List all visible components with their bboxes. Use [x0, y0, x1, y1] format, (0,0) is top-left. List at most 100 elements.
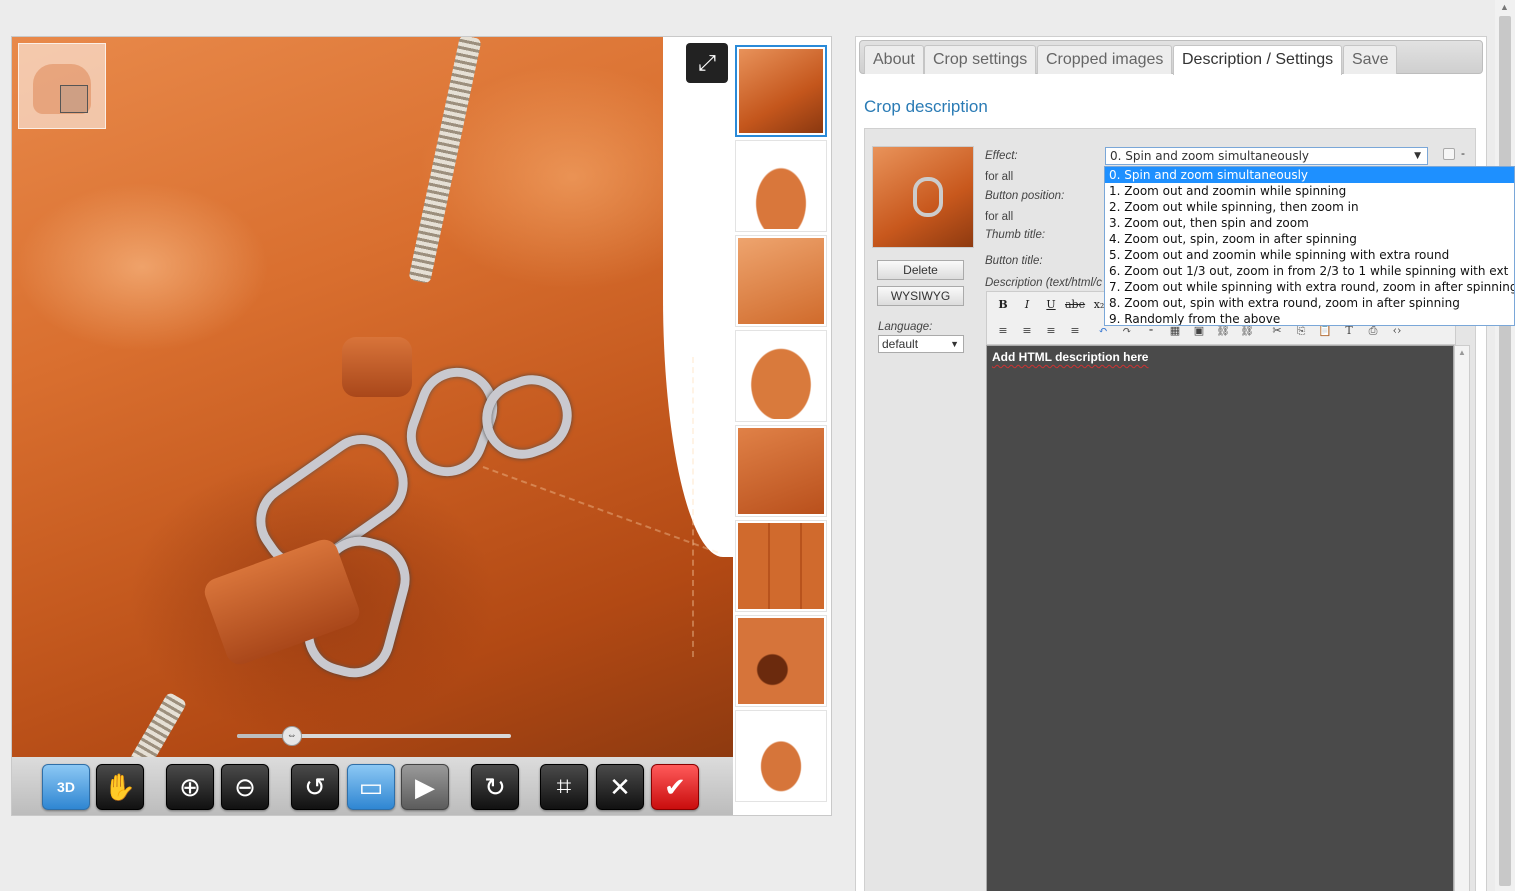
italic-button[interactable]: I	[1017, 296, 1037, 314]
viewer-toolbar: 3D ✋ ⊕ ⊖ ↺ ▭ ▶ ↻ ⌗ ✕ ✔	[12, 757, 733, 815]
scroll-up-icon: ▲	[1500, 2, 1509, 12]
zoom-in-icon: ⊕	[179, 771, 201, 802]
align-right-button[interactable]: ≡	[1041, 322, 1061, 340]
settings-panel: About Crop settings Cropped images Descr…	[855, 36, 1487, 891]
bold-button[interactable]: B	[993, 296, 1013, 314]
for-all-label: for all	[985, 211, 1014, 223]
chevron-down-icon: ▼	[1414, 151, 1421, 161]
thumbnail-image	[738, 333, 824, 419]
rotate-left-icon: ↺	[304, 771, 326, 802]
effect-option[interactable]: 7. Zoom out while spinning with extra ro…	[1105, 279, 1514, 295]
image-viewer: ⤢ ⇔ 3D ✋ ⊕ ⊖ ↺ ▭ ▶ ↻ ⌗ ✕ ✔	[11, 36, 832, 816]
minimap-viewport[interactable]	[60, 85, 88, 113]
thumbnail-4[interactable]	[735, 330, 827, 422]
thumbnail-6[interactable]	[735, 520, 827, 612]
delete-button[interactable]: Delete	[877, 260, 964, 280]
wysiwyg-button[interactable]: WYSIWYG	[877, 286, 964, 306]
justify-button[interactable]: ≡	[1065, 322, 1085, 340]
minimap[interactable]	[18, 43, 106, 129]
page-scrollbar-thumb[interactable]	[1499, 16, 1511, 886]
tab-bar: About Crop settings Cropped images Descr…	[859, 40, 1483, 75]
thumbnail-5[interactable]	[735, 425, 827, 517]
zoom-in-button[interactable]: ⊕	[166, 764, 214, 810]
effect-option[interactable]: 9. Randomly from the above	[1105, 311, 1514, 325]
tab-save[interactable]: Save	[1343, 45, 1398, 74]
page-scrollbar[interactable]: ▲	[1495, 0, 1515, 891]
tab-about[interactable]: About	[864, 45, 924, 74]
effect-option[interactable]: 6. Zoom out 1/3 out, zoom in from 2/3 to…	[1105, 263, 1514, 279]
thumbnail-image	[738, 238, 824, 324]
pan-hand-icon: ✋	[103, 771, 137, 802]
effect-option[interactable]: 0. Spin and zoom simultaneously	[1105, 167, 1514, 183]
zipper	[108, 691, 188, 757]
align-center-button[interactable]: ≡	[1017, 322, 1037, 340]
effect-option[interactable]: 1. Zoom out and zoomin while spinning	[1105, 183, 1514, 199]
confirm-button[interactable]: ✔	[651, 764, 699, 810]
effect-option[interactable]: 5. Zoom out and zoomin while spinning wi…	[1105, 247, 1514, 263]
thumbnail-image	[738, 143, 824, 229]
crop-button[interactable]: ⌗	[540, 764, 588, 810]
settings-tools-button[interactable]: ✕	[596, 764, 644, 810]
crop-icon: ⌗	[556, 771, 572, 801]
align-left-button[interactable]: ≡	[993, 322, 1013, 340]
rotate-left-button[interactable]: ↺	[291, 764, 339, 810]
language-select[interactable]: default ▼	[878, 335, 964, 353]
thumbnail-image	[738, 618, 824, 704]
html-editor[interactable]: Add HTML description here	[986, 345, 1454, 891]
strikethrough-button[interactable]: abe	[1065, 296, 1085, 314]
tab-cropped-images[interactable]: Cropped images	[1037, 45, 1173, 74]
confirm-icon: ✔	[664, 771, 686, 802]
section-title: Crop description	[864, 97, 988, 116]
stitch-seam	[692, 357, 694, 657]
effect-label: Effect:	[985, 150, 1018, 162]
thumb-title-label: Thumb title:	[985, 229, 1046, 241]
underline-button[interactable]: U	[1041, 296, 1061, 314]
effect-option[interactable]: 2. Zoom out while spinning, then zoom in	[1105, 199, 1514, 215]
rotate-right-button[interactable]: ↻	[471, 764, 519, 810]
zoom-out-button[interactable]: ⊖	[221, 764, 269, 810]
crop-thumbnail	[872, 146, 974, 248]
for-all-label: for all	[985, 171, 1014, 183]
effect-option[interactable]: 8. Zoom out, spin with extra round, zoom…	[1105, 295, 1514, 311]
button-position-label: Button position:	[985, 190, 1065, 202]
rotate-right-icon: ↻	[484, 771, 506, 802]
effect-option[interactable]: 3. Zoom out, then spin and zoom	[1105, 215, 1514, 231]
thumbnail-3[interactable]	[735, 235, 827, 327]
screen-button[interactable]: ▭	[347, 764, 395, 810]
effect-checkbox[interactable]	[1443, 148, 1455, 160]
effect-dropdown-list: 0. Spin and zoom simultaneously 1. Zoom o…	[1104, 166, 1515, 326]
tab-description-settings[interactable]: Description / Settings	[1173, 45, 1343, 75]
clasp-graphic	[913, 177, 943, 217]
play-icon: ▶	[415, 771, 435, 802]
effect-option[interactable]: 4. Zoom out, spin, zoom in after spinnin…	[1105, 231, 1514, 247]
thumbnail-image	[738, 713, 824, 799]
thumbnail-image	[738, 523, 824, 609]
editor-scrollbar[interactable]: ▲	[1454, 345, 1470, 891]
effect-select[interactable]: 0. Spin and zoom simultaneously ▼	[1105, 147, 1428, 165]
language-value: default	[882, 337, 919, 351]
editor-content: Add HTML description here	[992, 350, 1149, 364]
thumbnail-image	[739, 49, 823, 133]
play-button[interactable]: ▶	[401, 764, 449, 810]
zipper	[408, 37, 482, 284]
thumbnail-2[interactable]	[735, 140, 827, 232]
3d-spin-button[interactable]: 3D	[42, 764, 90, 810]
settings-tools-icon: ✕	[609, 771, 631, 802]
thumbnail-8[interactable]	[735, 710, 827, 802]
tab-crop-settings[interactable]: Crop settings	[924, 45, 1037, 74]
thumbnail-image	[738, 428, 824, 514]
thumbnail-1[interactable]	[735, 45, 827, 137]
product-image[interactable]: ⤢ ⇔	[12, 37, 733, 757]
3d-spin-icon: 3D	[57, 779, 75, 795]
effect-select-value: 0. Spin and zoom simultaneously	[1110, 149, 1310, 163]
pan-hand-button[interactable]: ✋	[96, 764, 144, 810]
metal-ring	[471, 364, 583, 470]
fullscreen-button[interactable]: ⤢	[686, 43, 728, 83]
screen-icon: ▭	[358, 771, 384, 802]
zoom-slider-handle[interactable]: ⇔	[281, 726, 302, 746]
language-label: Language:	[878, 321, 933, 333]
zoom-out-icon: ⊖	[234, 771, 256, 802]
chevron-down-icon: ▼	[950, 339, 959, 349]
description-label: Description (text/html/c	[985, 277, 1102, 289]
thumbnail-7[interactable]	[735, 615, 827, 707]
